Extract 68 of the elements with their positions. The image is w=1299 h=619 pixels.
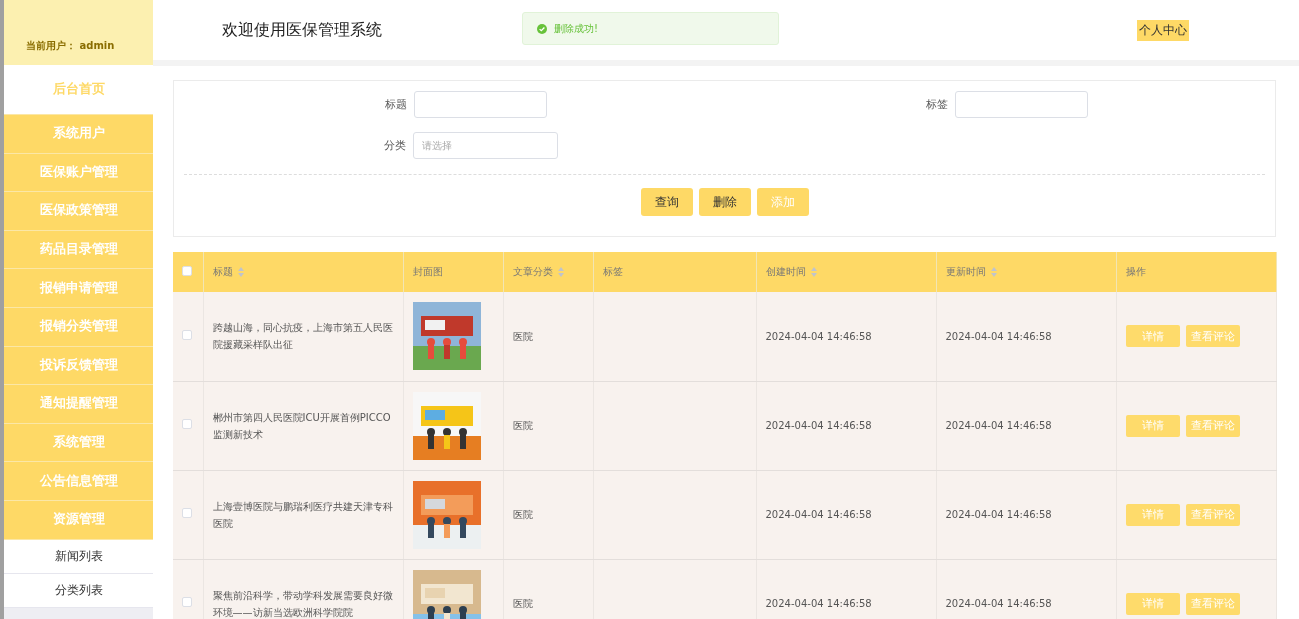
- field-label: 标题: [384, 97, 407, 112]
- sidebar-item[interactable]: 报销分类管理: [4, 307, 153, 347]
- row-action-button[interactable]: 详情: [1125, 414, 1180, 437]
- sort-icon[interactable]: [990, 267, 997, 277]
- column-header: 文章分类: [512, 265, 553, 279]
- category-cell: 医院: [512, 598, 533, 609]
- current-user: 当前用户： admin: [26, 39, 115, 53]
- column-header: 操作: [1125, 265, 1146, 279]
- sidebar-item[interactable]: 医保账户管理: [4, 153, 153, 193]
- row-action-button[interactable]: 详情: [1125, 592, 1180, 615]
- category-cell: 医院: [512, 330, 533, 342]
- title-cell: 郴州市第四人民医院ICU开展首例PICCO监测新技术: [212, 411, 391, 440]
- page-title: 欢迎使用医保管理系统: [222, 19, 382, 41]
- field-label: 分类: [383, 138, 406, 153]
- input-field[interactable]: [414, 91, 547, 118]
- sidebar-item[interactable]: 药品目录管理: [4, 230, 153, 270]
- submenu-item[interactable]: 新闻列表: [4, 539, 153, 574]
- column-header: 封面图: [412, 265, 443, 279]
- sidebar-item[interactable]: 系统管理: [4, 423, 153, 463]
- column-header: 标题: [212, 265, 233, 279]
- date-cell: 2024-04-04 14:46:58: [945, 330, 1052, 342]
- row-checkbox[interactable]: [182, 419, 192, 429]
- sidebar-item[interactable]: 通知提醒管理: [4, 385, 153, 424]
- date-cell: 2024-04-04 14:46:58: [765, 509, 872, 520]
- sidebar-item[interactable]: 报销申请管理: [4, 269, 153, 308]
- check-circle-icon: [537, 23, 547, 34]
- toast-message: 删除成功!: [554, 21, 598, 36]
- title-cell: 跨越山海，同心抗疫，上海市第五人民医院援藏采样队出征: [212, 322, 393, 351]
- input-field[interactable]: [954, 91, 1088, 118]
- title-cell: 上海壹博医院与鹏瑞利医疗共建天津专科医院: [212, 500, 393, 529]
- row-checkbox[interactable]: [182, 508, 192, 518]
- sidebar-item[interactable]: 医保政策管理: [4, 192, 153, 231]
- date-cell: 2024-04-04 14:46:58: [765, 420, 872, 431]
- sort-icon[interactable]: [557, 267, 564, 277]
- row-action-button[interactable]: 详情: [1125, 503, 1180, 526]
- row-action-button[interactable]: 详情: [1125, 325, 1180, 348]
- sort-icon[interactable]: [810, 267, 817, 277]
- date-cell: 2024-04-04 14:46:58: [945, 420, 1052, 431]
- action-button[interactable]: 添加: [756, 188, 809, 216]
- sidebar-item[interactable]: 系统用户: [4, 115, 153, 154]
- column-header: 标签: [602, 265, 623, 279]
- action-button[interactable]: 删除: [698, 188, 751, 216]
- submenu-item[interactable]: 分类列表: [4, 573, 153, 608]
- title-cell: 聚焦前沿科学，带动学科发展需要良好微环境——访新当选欧洲科学院院: [212, 589, 393, 618]
- date-cell: 2024-04-04 14:46:58: [945, 509, 1052, 520]
- date-cell: 2024-04-04 14:46:58: [945, 598, 1052, 609]
- date-cell: 2024-04-04 14:46:58: [765, 598, 872, 609]
- column-header: 更新时间: [945, 265, 986, 279]
- select-all-checkbox[interactable]: [182, 266, 192, 276]
- field-label: 标签: [924, 97, 948, 112]
- category-cell: 医院: [512, 420, 533, 431]
- sidebar-item[interactable]: 投诉反馈管理: [4, 346, 153, 386]
- sidebar-item[interactable]: 公告信息管理: [4, 462, 153, 501]
- category-cell: 医院: [512, 509, 533, 520]
- sort-icon[interactable]: [237, 267, 244, 277]
- date-cell: 2024-04-04 14:46:58: [765, 330, 872, 342]
- action-button[interactable]: 查询: [640, 188, 693, 216]
- sidebar-item[interactable]: 资源管理: [4, 500, 153, 540]
- sidebar-item[interactable]: 后台首页: [4, 65, 153, 115]
- row-action-button[interactable]: 查看评论: [1185, 503, 1240, 526]
- row-action-button[interactable]: 查看评论: [1185, 592, 1240, 615]
- row-checkbox[interactable]: [182, 597, 192, 607]
- row-checkbox[interactable]: [182, 329, 192, 340]
- column-header: 创建时间: [765, 265, 806, 279]
- row-action-button[interactable]: 查看评论: [1185, 325, 1240, 348]
- user-center-link[interactable]: 个人中心: [1137, 19, 1189, 41]
- input-field[interactable]: 请选择: [413, 132, 558, 159]
- row-action-button[interactable]: 查看评论: [1185, 414, 1240, 437]
